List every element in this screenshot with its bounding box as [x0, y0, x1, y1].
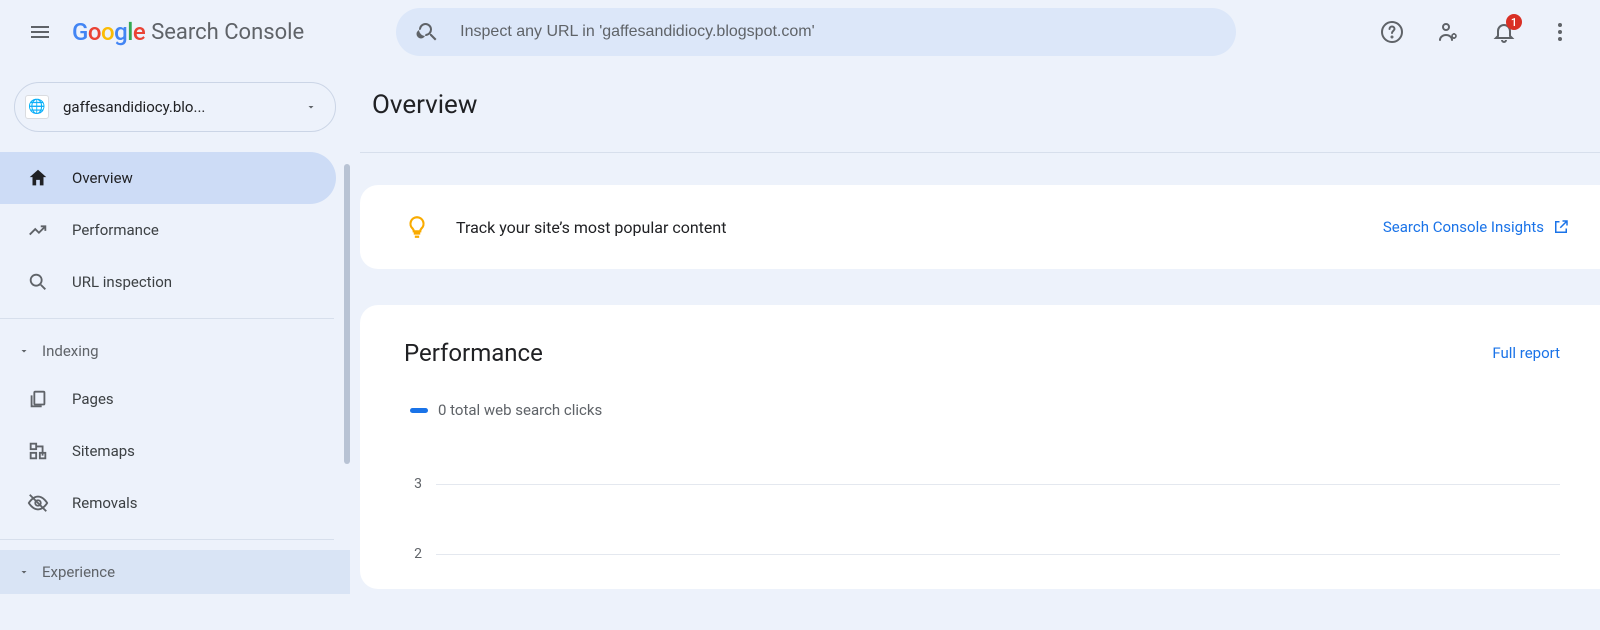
page-title: Overview [372, 90, 1600, 120]
nav-pages[interactable]: Pages [0, 373, 336, 425]
nav-label: Removals [72, 494, 138, 512]
user-settings-button[interactable] [1424, 8, 1472, 56]
open-in-new-icon [1552, 218, 1570, 236]
globe-icon: 🌐 [25, 95, 49, 119]
visibility-off-icon [26, 492, 50, 514]
chevron-down-icon [305, 101, 317, 113]
trending-icon [26, 219, 50, 241]
user-settings-icon [1436, 20, 1460, 44]
search-input[interactable] [460, 23, 1216, 41]
chart-legend: 0 total web search clicks [410, 401, 1560, 419]
performance-chart: 3 2 [404, 449, 1560, 589]
legend-swatch [410, 408, 428, 413]
property-label: gaffesandidiocy.blo... [63, 98, 291, 116]
search-icon [26, 271, 50, 293]
nav-performance[interactable]: Performance [0, 204, 336, 256]
insights-link[interactable]: Search Console Insights [1383, 218, 1570, 236]
insights-banner: Track your site’s most popular content S… [360, 185, 1600, 269]
link-label: Search Console Insights [1383, 218, 1544, 236]
hamburger-icon [28, 20, 52, 44]
header: Google Search Console 1 [0, 0, 1600, 64]
nav-url-inspection[interactable]: URL inspection [0, 256, 336, 308]
pages-icon [26, 388, 50, 410]
home-icon [26, 167, 50, 189]
nav-label: Sitemaps [72, 442, 135, 460]
section-label: Indexing [42, 342, 99, 360]
google-logo-text: Google [72, 18, 145, 46]
notifications-button[interactable]: 1 [1480, 8, 1528, 56]
search-icon [416, 20, 440, 44]
legend-label: 0 total web search clicks [438, 401, 602, 419]
nav-section-indexing[interactable]: Indexing [0, 329, 350, 373]
sidebar: 🌐 gaffesandidiocy.blo... Overview [0, 64, 350, 630]
nav-label: Performance [72, 221, 159, 239]
url-inspect-search[interactable] [396, 8, 1236, 56]
y-tick: 3 [412, 476, 422, 492]
logo[interactable]: Google Search Console [72, 18, 304, 46]
property-selector[interactable]: 🌐 gaffesandidiocy.blo... [14, 82, 336, 132]
gridline [436, 484, 1560, 485]
nav-removals[interactable]: Removals [0, 477, 336, 529]
divider [0, 318, 334, 319]
help-button[interactable] [1368, 8, 1416, 56]
nav-overview[interactable]: Overview [0, 152, 336, 204]
notification-badge: 1 [1506, 14, 1522, 30]
gridline [436, 554, 1560, 555]
lightbulb-icon [404, 214, 430, 240]
chevron-down-icon [18, 345, 30, 357]
main-content: Overview Track your site’s most popular … [350, 64, 1600, 630]
nav-indexing: Pages Sitemaps Removals [0, 373, 350, 529]
sitemap-icon [26, 440, 50, 462]
nav-primary: Overview Performance URL inspection [0, 152, 350, 308]
nav-label: Pages [72, 390, 114, 408]
chevron-down-icon [18, 566, 30, 578]
help-icon [1380, 20, 1404, 44]
sidebar-scrollbar[interactable] [344, 164, 350, 464]
insights-text: Track your site’s most popular content [456, 218, 1357, 237]
nav-sitemaps[interactable]: Sitemaps [0, 425, 336, 477]
y-tick: 2 [412, 546, 422, 562]
performance-title: Performance [404, 339, 543, 367]
nav-section-experience[interactable]: Experience [0, 550, 350, 594]
full-report-link[interactable]: Full report [1492, 344, 1560, 362]
nav-label: Overview [72, 169, 133, 187]
performance-card: Performance Full report 0 total web sear… [360, 305, 1600, 589]
more-button[interactable] [1536, 8, 1584, 56]
section-label: Experience [42, 563, 115, 581]
more-vert-icon [1548, 20, 1572, 44]
product-name: Search Console [151, 20, 304, 45]
nav-label: URL inspection [72, 273, 172, 291]
divider [0, 539, 334, 540]
main-menu-button[interactable] [16, 8, 64, 56]
divider [360, 152, 1600, 153]
